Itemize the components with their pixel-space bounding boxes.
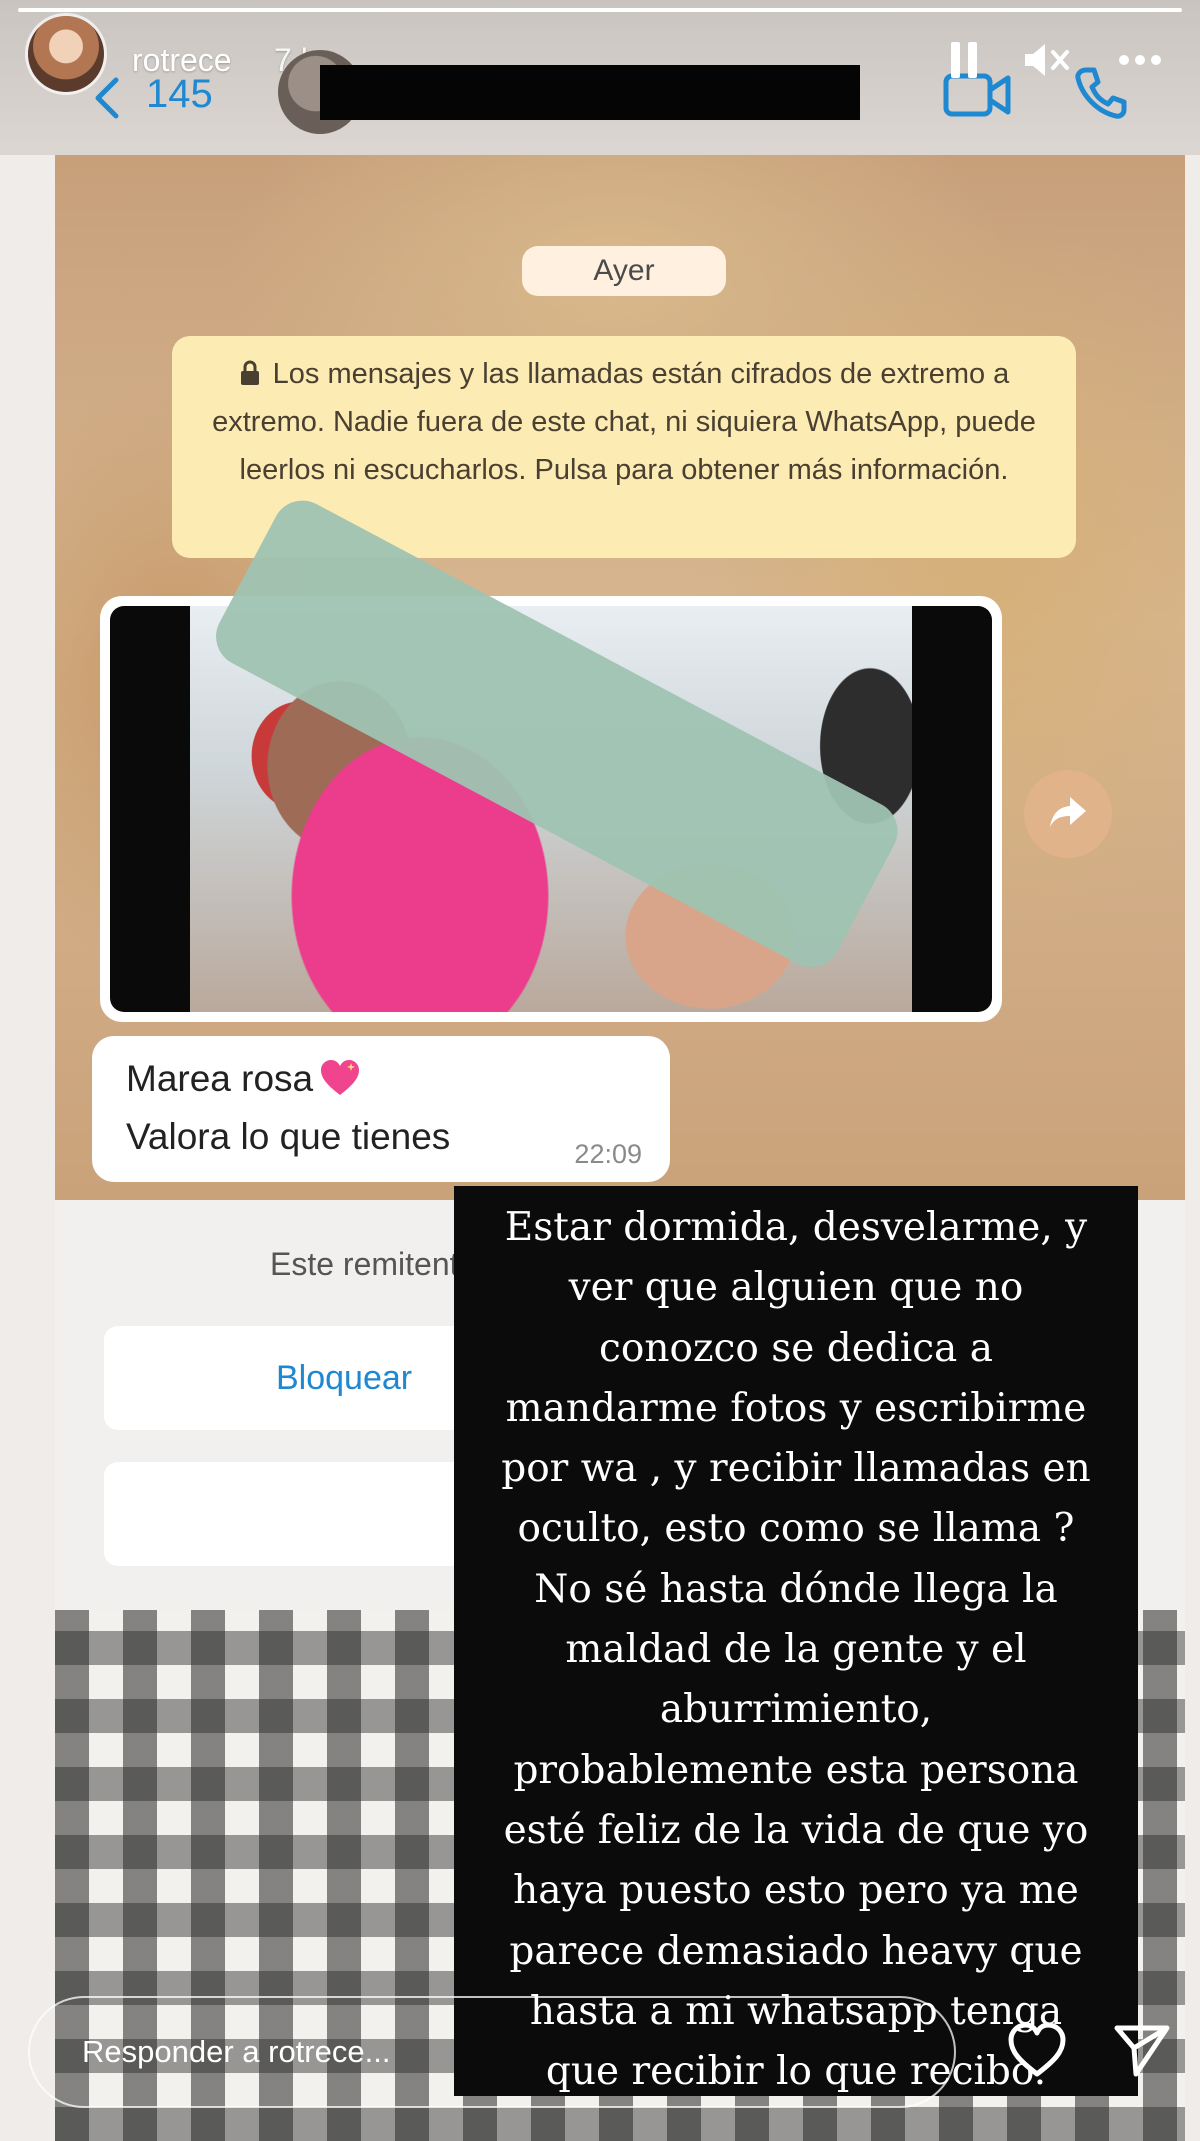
date-separator: Ayer (522, 246, 726, 296)
heart-outline-icon[interactable] (1006, 2020, 1068, 2080)
message-line-2: Valora lo que tienes (126, 1116, 451, 1157)
forward-icon (1048, 795, 1088, 834)
paper-plane-icon[interactable] (1112, 2020, 1172, 2080)
left-margin (0, 155, 55, 2141)
more-icon (1118, 54, 1162, 66)
story-progress-bar (18, 8, 1182, 12)
message-line-1: Marea rosa (126, 1050, 640, 1108)
story-caption: Estar dormida, desvelarme, y ver que alg… (454, 1186, 1138, 2096)
chevron-left-icon (92, 76, 122, 120)
mute-button[interactable] (1018, 32, 1074, 88)
muted-speaker-icon (1023, 40, 1069, 80)
story-progress-fill (18, 8, 1182, 12)
encryption-notice-text: Los mensajes y las llamadas están cifrad… (212, 358, 1036, 486)
right-margin (1185, 155, 1200, 2141)
redacted-contact-name (320, 65, 860, 120)
forward-button (1024, 770, 1112, 858)
pause-button[interactable] (936, 32, 992, 88)
block-label: Bloquear (276, 1358, 413, 1397)
lock-icon (239, 353, 261, 385)
reply-input[interactable]: Responder a rotrece... (28, 1996, 956, 2108)
text-message: Marea rosa Valora lo que tienes 22:09 (92, 1036, 670, 1182)
message-line-1-text: Marea rosa (126, 1058, 314, 1099)
more-options-button[interactable] (1112, 32, 1168, 88)
pause-icon (949, 40, 979, 80)
sparkling-heart-icon (319, 1056, 361, 1095)
message-timestamp: 22:09 (574, 1139, 642, 1169)
unread-chats-count: 145 (146, 72, 213, 116)
story-viewer: rotrece 7 h 145 Ayer Los mensajes y las … (0, 0, 1200, 2141)
